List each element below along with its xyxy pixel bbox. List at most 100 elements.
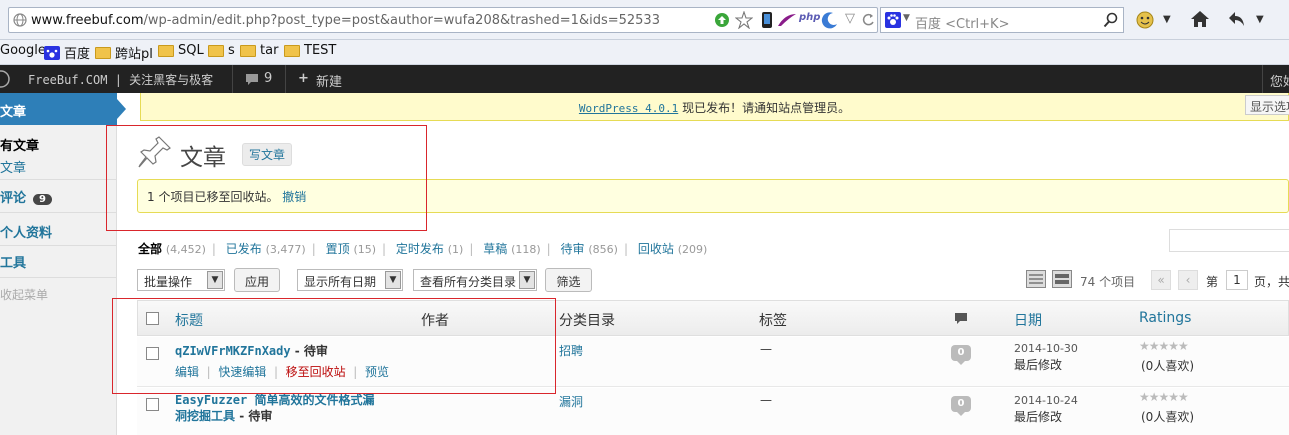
- tags-value: —: [760, 393, 772, 407]
- greeting-link[interactable]: 您好: [1270, 71, 1289, 90]
- current-page-input[interactable]: 1: [1226, 270, 1248, 290]
- category-link[interactable]: 招聘: [559, 342, 583, 359]
- dropdown-icon[interactable]: ▽: [845, 11, 855, 26]
- filter-count: (856): [588, 243, 618, 256]
- apply-button[interactable]: 应用: [234, 268, 280, 292]
- sidebar-add-post[interactable]: 文章: [0, 157, 26, 176]
- annotation-box: [112, 298, 556, 394]
- address-bar[interactable]: www.freebuf.com/wp-admin/edit.php?post_t…: [8, 7, 878, 33]
- date-cell: 2014-10-24 最后修改: [1014, 393, 1078, 425]
- url-path: /wp-admin/edit.php?post_type=post&author…: [143, 13, 660, 28]
- wordpress-version-link[interactable]: WordPress 4.0.1: [579, 102, 678, 115]
- chevron-down-icon: ▼: [207, 271, 223, 289]
- filter-count: (209): [677, 243, 708, 256]
- extension-dropdown-icon[interactable]: ▼: [1163, 14, 1171, 25]
- bookmark-folder-s[interactable]: s: [208, 43, 235, 58]
- update-notice-text: 现已发布！请通知站点管理员。: [678, 101, 851, 115]
- comment-bubble-icon[interactable]: [245, 73, 259, 86]
- filter-scheduled[interactable]: 定时发布: [396, 242, 444, 256]
- bookmark-label: TEST: [304, 43, 337, 58]
- filter-pending[interactable]: 待审: [561, 242, 585, 256]
- post-title-link[interactable]: EasyFuzzer 简单高效的文件格式漏 洞挖掘工具 - 待审: [175, 392, 374, 424]
- sidebar-collapse[interactable]: 收起菜单: [0, 286, 48, 303]
- home-icon[interactable]: [1190, 10, 1210, 28]
- dates-select[interactable]: 显示所有日期 ▼: [297, 269, 403, 291]
- comments-column-icon[interactable]: [954, 312, 968, 326]
- first-page-button[interactable]: «: [1151, 270, 1171, 290]
- admin-bar: FreeBuf.COM | 关注黑客与极客 9 + 新建 您好: [0, 65, 1289, 93]
- sidebar-all-posts[interactable]: 有文章: [0, 135, 39, 154]
- back-icon[interactable]: [1227, 10, 1247, 28]
- modified-label: 最后修改: [1014, 410, 1063, 424]
- column-ratings[interactable]: Ratings: [1139, 310, 1191, 326]
- feather-icon[interactable]: [777, 12, 797, 28]
- categories-select[interactable]: 查看所有分类目录 ▼: [413, 269, 537, 291]
- folder-icon: [240, 44, 256, 57]
- search-placeholder: 百度 <Ctrl+K>: [915, 17, 1010, 32]
- bookmark-folder-xss[interactable]: 跨站pl: [95, 43, 153, 62]
- baidu-icon: [885, 12, 901, 28]
- filter-sticky[interactable]: 置顶: [326, 242, 350, 256]
- excerpt-view-icon[interactable]: [1052, 270, 1072, 288]
- comment-count-bubble[interactable]: 0: [951, 345, 971, 365]
- post-search-input[interactable]: [1169, 229, 1289, 252]
- crescent-icon[interactable]: [821, 11, 839, 29]
- list-view-icon[interactable]: [1026, 270, 1046, 288]
- post-status: - 待审: [235, 409, 273, 423]
- folder-icon: [95, 46, 111, 59]
- bookmark-folder-test[interactable]: TEST: [284, 43, 336, 58]
- plus-icon[interactable]: +: [298, 71, 309, 86]
- new-link[interactable]: 新建: [316, 71, 342, 90]
- filter-trash[interactable]: 回收站: [638, 242, 674, 256]
- sidebar-item-posts[interactable]: 文章: [0, 93, 117, 125]
- update-notice: WordPress 4.0.1 现已发布！请通知站点管理员。: [140, 93, 1289, 121]
- filter-all[interactable]: 全部: [138, 242, 162, 256]
- category-link[interactable]: 漏洞: [559, 393, 583, 410]
- likes-count: (0人喜欢): [1141, 410, 1194, 424]
- php-icon[interactable]: php: [799, 12, 820, 23]
- bookmark-label: SQL: [178, 43, 204, 58]
- star-icon[interactable]: [735, 11, 753, 29]
- refresh-icon[interactable]: [861, 13, 875, 27]
- bookmark-folder-tar[interactable]: tar: [240, 43, 278, 58]
- sidebar-item-label: 文章: [0, 105, 27, 120]
- browser-toolbar: www.freebuf.com/wp-admin/edit.php?post_t…: [0, 0, 1289, 40]
- filter-drafts[interactable]: 草稿: [483, 242, 507, 256]
- screen-options-button[interactable]: 显示选项: [1245, 95, 1289, 115]
- post-title-text: 洞挖掘工具: [175, 409, 236, 423]
- search-box[interactable]: ▼ 百度 <Ctrl+K>: [880, 7, 1124, 33]
- annotation-box: [106, 125, 427, 231]
- modified-label: 最后修改: [1014, 358, 1063, 372]
- bookmark-baidu[interactable]: 百度: [44, 43, 90, 62]
- wordpress-logo-icon[interactable]: [0, 70, 10, 88]
- sidebar-item-comments[interactable]: 评论 9: [0, 187, 52, 206]
- bookmark-google[interactable]: Google: [0, 43, 46, 58]
- prev-page-button[interactable]: ‹: [1178, 270, 1198, 290]
- chevron-down-icon: ▼: [519, 271, 535, 289]
- post-title-text: EasyFuzzer 简单高效的文件格式漏: [175, 393, 375, 407]
- column-date[interactable]: 日期: [1014, 310, 1042, 330]
- extension-icon[interactable]: [1135, 10, 1155, 30]
- filter-published[interactable]: 已发布: [226, 242, 262, 256]
- search-icon[interactable]: [1103, 12, 1119, 28]
- status-filters: 全部 (4,452) | 已发布 (3,477) | 置顶 (15) | 定时发布 (…: [138, 242, 708, 256]
- rating-stars-icon[interactable]: ★★★★★: [1139, 390, 1189, 404]
- sidebar-item-profile[interactable]: 个人资料: [0, 222, 52, 241]
- page-prefix: 第: [1206, 275, 1219, 289]
- go-icon[interactable]: [714, 12, 730, 28]
- filter-button[interactable]: 筛选: [545, 268, 592, 292]
- mobile-icon[interactable]: [761, 11, 773, 29]
- site-name-link[interactable]: FreeBuf.COM | 关注黑客与极客: [28, 71, 213, 88]
- comment-count-bubble[interactable]: 0: [951, 396, 971, 416]
- bookmark-folder-sql[interactable]: SQL: [158, 43, 204, 58]
- sidebar-item-tools[interactable]: 工具: [0, 252, 26, 271]
- rating-stars-icon[interactable]: ★★★★★: [1139, 339, 1189, 353]
- row-checkbox[interactable]: [146, 398, 159, 411]
- comments-count[interactable]: 9: [264, 71, 272, 86]
- bulk-actions-select[interactable]: 批量操作 ▼: [137, 269, 225, 291]
- bookmark-label: s: [228, 43, 235, 58]
- date-cell: 2014-10-30 最后修改: [1014, 341, 1078, 373]
- page-suffix: 页，共: [1254, 275, 1289, 289]
- items-count: 74 个项目: [1080, 275, 1136, 289]
- back-dropdown-icon[interactable]: ▼: [1256, 14, 1264, 25]
